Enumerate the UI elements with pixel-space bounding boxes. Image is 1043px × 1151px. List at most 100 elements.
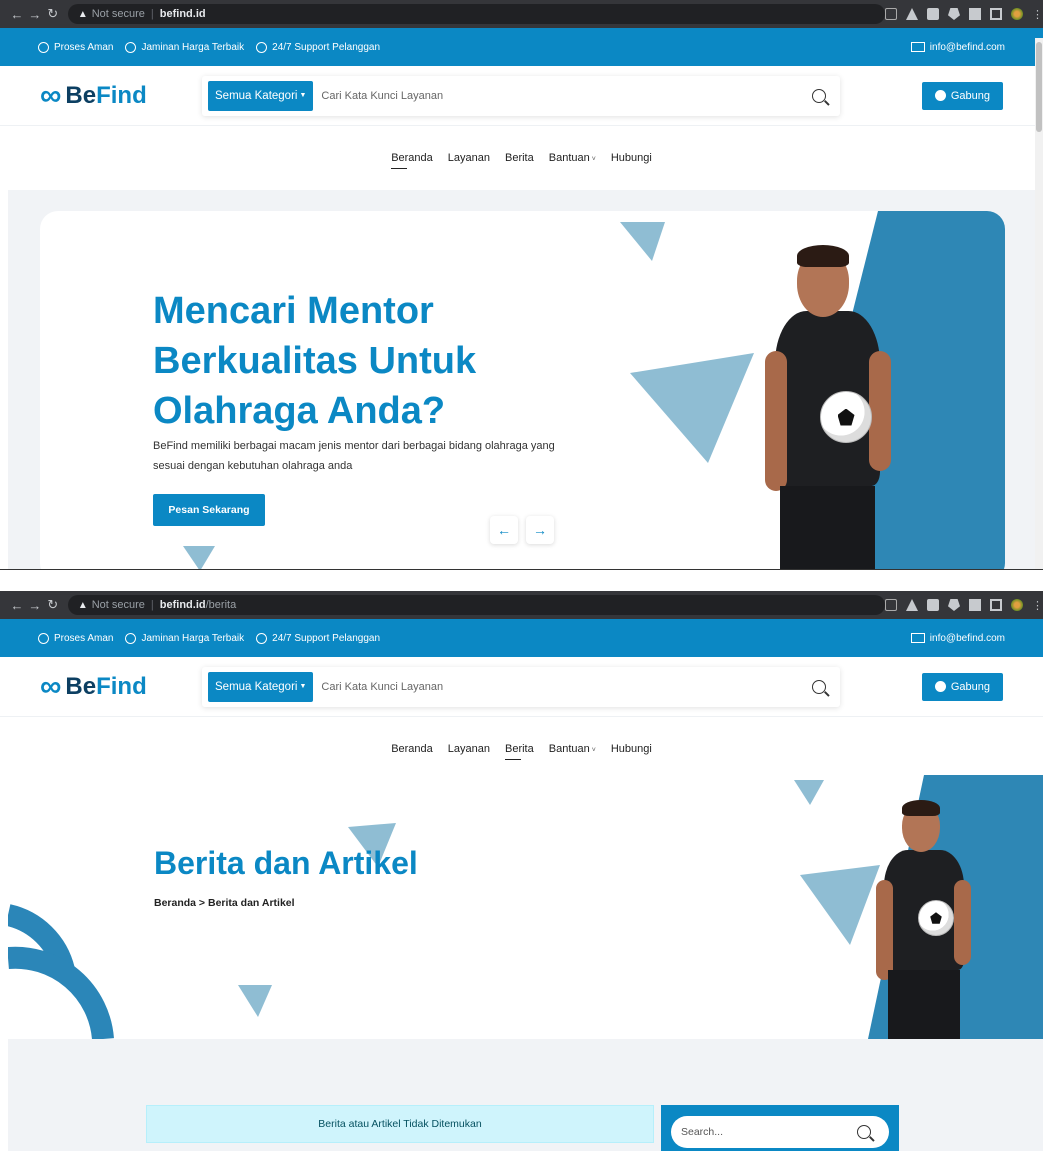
join-button[interactable]: Gabung bbox=[921, 672, 1003, 701]
bookmark-star-icon[interactable] bbox=[906, 8, 918, 20]
nav-layanan[interactable]: Layanan bbox=[448, 743, 490, 755]
extension-icon[interactable] bbox=[927, 8, 939, 20]
menu-dots-icon[interactable]: ⋮ bbox=[1032, 599, 1043, 612]
shield-extension-icon[interactable] bbox=[948, 599, 960, 611]
chevron-down-icon: ˅ bbox=[591, 747, 596, 754]
scrollbar-thumb[interactable] bbox=[1036, 42, 1042, 132]
hero-description: BeFind memiliki berbagai macam jenis men… bbox=[153, 440, 555, 472]
next-slide-button[interactable]: → bbox=[526, 516, 554, 544]
triangle-shape-top bbox=[620, 222, 665, 261]
search-bar: Semua Kategori ▼ bbox=[202, 76, 840, 116]
forward-icon[interactable]: → bbox=[26, 598, 44, 613]
empty-result-alert: Berita atau Artikel Tidak Ditemukan bbox=[146, 1105, 654, 1143]
sidepanel-icon[interactable] bbox=[990, 599, 1002, 611]
search-icon[interactable] bbox=[857, 1125, 871, 1139]
screenshot-berita: ← → ↻ ▲ Not secure | befind.id/berita ⋮ … bbox=[0, 591, 1043, 1151]
contact-email[interactable]: info@befind.com bbox=[910, 633, 1005, 644]
search-bar: Semua Kategori ▼ bbox=[202, 667, 840, 707]
page-title: Berita dan Artikel bbox=[154, 845, 418, 881]
badge-icon bbox=[125, 41, 137, 53]
nav-layanan[interactable]: Layanan bbox=[448, 152, 490, 164]
triangle-shape-3 bbox=[800, 865, 880, 945]
shield-extension-icon[interactable] bbox=[948, 8, 960, 20]
infinity-logo-icon: ∞ bbox=[40, 669, 61, 703]
infinity-logo-icon: ∞ bbox=[40, 78, 61, 112]
nav-bantuan[interactable]: Bantuan ˅ bbox=[549, 152, 596, 164]
triangle-shape-4 bbox=[238, 985, 272, 1017]
back-icon[interactable]: ← bbox=[8, 7, 26, 22]
address-bar[interactable]: ▲ Not secure | befind.id bbox=[67, 4, 885, 24]
nav-hubungi[interactable]: Hubungi bbox=[611, 152, 652, 164]
main-nav: Beranda Layanan Berita Bantuan ˅ Hubungi bbox=[0, 126, 1043, 190]
warning-icon: ▲ bbox=[77, 8, 88, 20]
search-icon[interactable] bbox=[812, 88, 826, 103]
page-scrollbar[interactable] bbox=[1035, 38, 1043, 569]
not-secure-label: Not secure bbox=[91, 8, 145, 20]
prev-slide-button[interactable]: ← bbox=[490, 516, 518, 544]
puzzle-icon[interactable] bbox=[969, 8, 981, 20]
breadcrumb: Beranda > Berita dan Artikel bbox=[154, 897, 295, 909]
site-header: ∞ BeFind Semua Kategori▼ Gabung bbox=[0, 66, 1043, 126]
triangle-shape-bottom bbox=[183, 546, 215, 569]
address-bar[interactable]: ▲ Not secure | befind.id/berita bbox=[67, 595, 885, 615]
athlete-photo bbox=[874, 800, 974, 1039]
category-dropdown[interactable]: Semua Kategori ▼ bbox=[208, 80, 314, 111]
triangle-shape-1 bbox=[794, 780, 824, 805]
nav-bantuan[interactable]: Bantuan ˅ bbox=[549, 743, 596, 755]
url-text: befind.id/berita bbox=[159, 599, 237, 611]
sidebar-search-input[interactable] bbox=[681, 1126, 857, 1138]
info-item-support: 24/7 Support Pelanggan bbox=[256, 632, 380, 644]
warning-icon: ▲ bbox=[77, 599, 88, 611]
sidebar-search-widget bbox=[661, 1105, 899, 1151]
nav-beranda[interactable]: Beranda bbox=[391, 152, 433, 169]
search-input[interactable] bbox=[321, 680, 812, 693]
ring-shape-bottom bbox=[8, 946, 114, 1039]
reload-icon[interactable]: ↻ bbox=[44, 597, 62, 613]
order-now-button[interactable]: Pesan Sekarang bbox=[153, 494, 265, 526]
profile-avatar[interactable] bbox=[1011, 599, 1023, 611]
envelope-icon bbox=[910, 42, 925, 52]
menu-dots-icon[interactable]: ⋮ bbox=[1032, 8, 1043, 21]
forward-icon[interactable]: → bbox=[26, 7, 44, 22]
profile-avatar[interactable] bbox=[1011, 8, 1023, 20]
athlete-photo bbox=[765, 241, 895, 569]
nav-hubungi[interactable]: Hubungi bbox=[611, 743, 652, 755]
info-item-secure: Proses Aman bbox=[38, 41, 113, 53]
shield-icon bbox=[38, 632, 49, 644]
contact-email[interactable]: info@befind.com bbox=[910, 42, 1005, 53]
bookmark-star-icon[interactable] bbox=[906, 599, 918, 611]
site-logo[interactable]: ∞ BeFind bbox=[40, 78, 202, 112]
info-item-price: Jaminan Harga Terbaik bbox=[125, 632, 244, 644]
share-icon[interactable] bbox=[885, 8, 897, 20]
puzzle-icon[interactable] bbox=[969, 599, 981, 611]
back-icon[interactable]: ← bbox=[8, 598, 26, 613]
sidepanel-icon[interactable] bbox=[990, 8, 1002, 20]
search-icon[interactable] bbox=[812, 679, 826, 694]
extensions-area: ⋮ bbox=[885, 599, 1043, 612]
hero-section: Mencari Mentor Berkualitas Untuk Olahrag… bbox=[8, 190, 1035, 569]
site-header: ∞ BeFind Semua Kategori▼ Gabung bbox=[0, 657, 1043, 717]
site-logo[interactable]: ∞ BeFind bbox=[40, 669, 202, 703]
info-item-secure: Proses Aman bbox=[38, 632, 113, 644]
info-bar: Proses Aman Jaminan Harga Terbaik 24/7 S… bbox=[0, 28, 1043, 66]
caret-down-icon: ▼ bbox=[299, 683, 307, 690]
category-dropdown[interactable]: Semua Kategori ▼ bbox=[208, 671, 314, 702]
share-icon[interactable] bbox=[885, 599, 897, 611]
nav-beranda[interactable]: Beranda bbox=[391, 743, 433, 755]
nav-berita[interactable]: Berita bbox=[505, 743, 534, 760]
nav-berita[interactable]: Berita bbox=[505, 152, 534, 164]
search-input[interactable] bbox=[321, 89, 812, 102]
caret-down-icon: ▼ bbox=[299, 92, 307, 99]
triangle-shape-mid bbox=[630, 353, 754, 463]
info-item-support: 24/7 Support Pelanggan bbox=[256, 41, 380, 53]
chevron-down-icon: ˅ bbox=[591, 156, 596, 163]
page-banner: Berita dan Artikel Beranda > Berita dan … bbox=[8, 775, 1043, 1039]
info-bar: Proses Aman Jaminan Harga Terbaik 24/7 S… bbox=[0, 619, 1043, 657]
reload-icon[interactable]: ↻ bbox=[44, 6, 62, 22]
extensions-area: ⋮ bbox=[885, 8, 1043, 21]
join-button[interactable]: Gabung bbox=[921, 81, 1003, 110]
sidebar-search-field bbox=[671, 1116, 889, 1148]
user-circle-icon bbox=[934, 681, 946, 692]
hero-title: Mencari Mentor Berkualitas Untuk Olahrag… bbox=[153, 290, 477, 432]
extension-icon[interactable] bbox=[927, 599, 939, 611]
